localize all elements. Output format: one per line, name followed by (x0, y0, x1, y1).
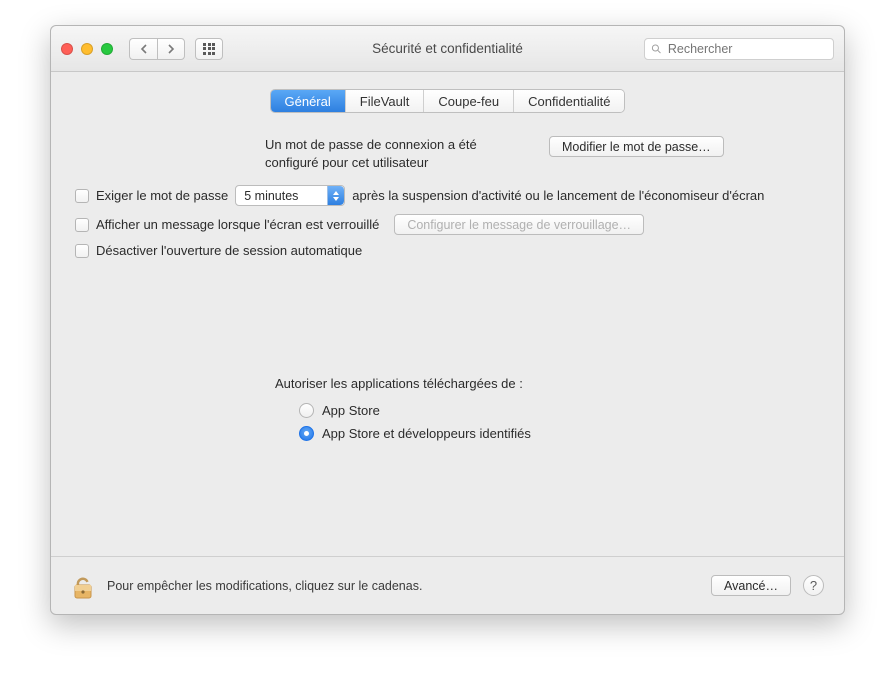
allow-apps-appstore-label: App Store (322, 403, 380, 418)
show-all-prefs-button[interactable] (195, 38, 223, 60)
disable-autologin-label: Désactiver l'ouverture de session automa… (96, 243, 362, 258)
lock-hint-text: Pour empêcher les modifications, cliquez… (107, 579, 422, 593)
tab-firewall[interactable]: Coupe-feu (424, 90, 514, 112)
back-button[interactable] (129, 38, 157, 60)
help-button[interactable]: ? (803, 575, 824, 596)
show-lock-message-label: Afficher un message lorsque l'écran est … (96, 217, 379, 232)
window-controls (61, 43, 113, 55)
search-field[interactable] (644, 38, 834, 60)
tab-bar: Général FileVault Coupe-feu Confidential… (75, 90, 820, 112)
advanced-button[interactable]: Avancé… (711, 575, 791, 596)
footer: Pour empêcher les modifications, cliquez… (51, 556, 844, 614)
password-set-message: Un mot de passe de connexion a été confi… (265, 136, 525, 171)
show-lock-message-checkbox[interactable] (75, 218, 89, 232)
grid-icon (203, 43, 215, 55)
minimize-window-button[interactable] (81, 43, 93, 55)
require-password-label: Exiger le mot de passe (96, 188, 228, 203)
search-icon (651, 43, 662, 55)
require-password-suffix: après la suspension d'activité ou le lan… (352, 188, 764, 203)
forward-button[interactable] (157, 38, 185, 60)
preferences-window: Sécurité et confidentialité Général File… (50, 25, 845, 615)
set-lock-message-button[interactable]: Configurer le message de verrouillage… (394, 214, 644, 235)
close-window-button[interactable] (61, 43, 73, 55)
allow-apps-identified-label: App Store et développeurs identifiés (322, 426, 531, 441)
general-pane: Un mot de passe de connexion a été confi… (75, 136, 820, 556)
change-password-button[interactable]: Modifier le mot de passe… (549, 136, 724, 157)
disable-autologin-checkbox[interactable] (75, 244, 89, 258)
content: Général FileVault Coupe-feu Confidential… (51, 72, 844, 614)
allow-apps-identified-radio[interactable] (299, 426, 314, 441)
tab-privacy[interactable]: Confidentialité (514, 90, 624, 112)
select-stepper-icon (327, 186, 344, 205)
require-password-delay-select[interactable]: 5 minutes (235, 185, 345, 206)
chevron-left-icon (140, 44, 148, 54)
tab-filevault[interactable]: FileVault (346, 90, 425, 112)
lock-icon (71, 571, 95, 601)
require-password-delay-value: 5 minutes (244, 189, 298, 203)
allow-apps-group: App Store App Store et développeurs iden… (275, 403, 820, 441)
allow-apps-appstore-radio[interactable] (299, 403, 314, 418)
titlebar: Sécurité et confidentialité (51, 26, 844, 72)
search-input[interactable] (668, 42, 827, 56)
require-password-checkbox[interactable] (75, 189, 89, 203)
tab-general[interactable]: Général (271, 90, 346, 112)
chevron-right-icon (167, 44, 175, 54)
nav-buttons (129, 38, 185, 60)
zoom-window-button[interactable] (101, 43, 113, 55)
lock-button[interactable] (71, 571, 95, 601)
allow-apps-title: Autoriser les applications téléchargées … (275, 376, 820, 391)
